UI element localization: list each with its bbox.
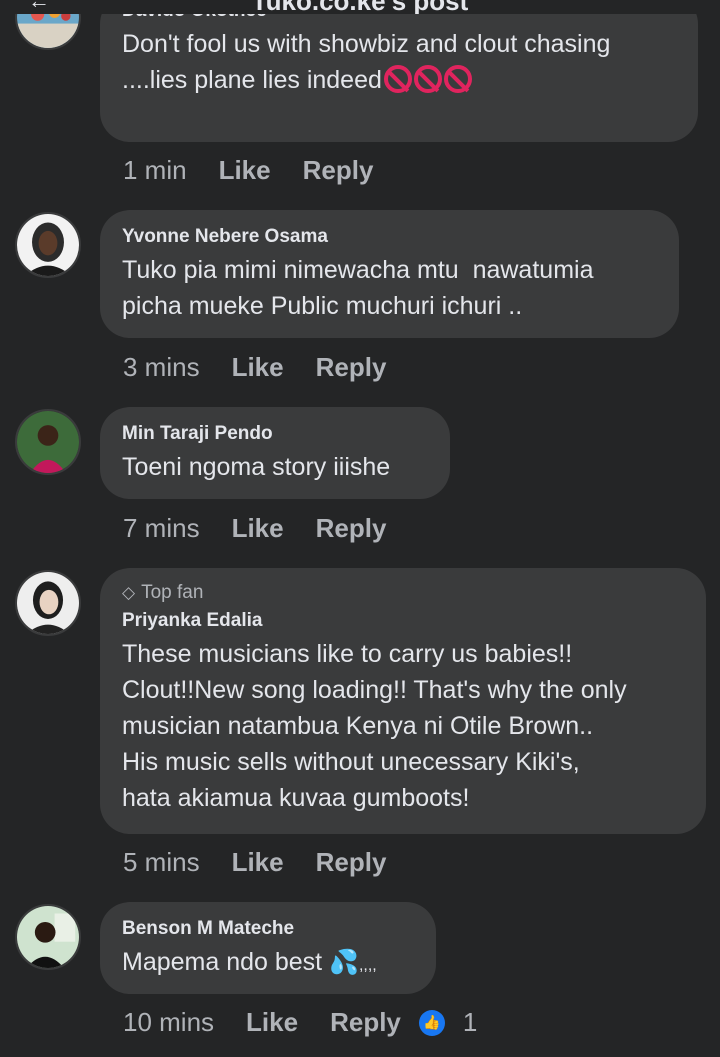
comment-text: These musicians like to carry us babies!… — [122, 640, 627, 812]
avatar[interactable] — [15, 570, 81, 636]
like-reaction-icon: 👍 — [418, 1009, 445, 1036]
commenter-name[interactable]: Yvonne Nebere Osama — [122, 226, 657, 248]
reply-button[interactable]: Reply — [303, 155, 374, 186]
comment-text-body: Mapema ndo best — [122, 948, 323, 976]
comment-time[interactable]: 3 mins — [123, 352, 200, 383]
reply-button[interactable]: Reply — [316, 352, 387, 383]
page-title: Tuko.co.ke's post — [0, 0, 720, 14]
comment-actions: 7 mins Like Reply — [123, 513, 418, 544]
avatar[interactable] — [15, 904, 81, 970]
top-bar: ← Tuko.co.ke's post — [0, 0, 720, 14]
like-button[interactable]: Like — [246, 1007, 298, 1038]
badge-label: Top fan — [141, 582, 204, 603]
comment-time[interactable]: 7 mins — [123, 513, 200, 544]
commenter-name[interactable]: Priyanka Edalia — [122, 610, 684, 632]
comment-actions: 10 mins Like Reply 👍 1 — [123, 1007, 477, 1038]
avatar[interactable] — [15, 409, 81, 475]
no-entry-icon — [413, 65, 442, 93]
comment-time[interactable]: 5 mins — [123, 847, 200, 878]
comment-text-suffix: ,,,, — [358, 957, 377, 974]
reaction-summary[interactable]: 👍 1 — [418, 1007, 478, 1038]
comment-bubble: Yvonne Nebere Osama Tuko pia mimi nimewa… — [100, 210, 679, 338]
like-button[interactable]: Like — [232, 847, 284, 878]
comment-text: Toeni ngoma story iiishe — [122, 453, 391, 481]
no-entry-icon — [443, 65, 472, 93]
comment-bubble: ◇ Top fan Priyanka Edalia These musicians… — [100, 568, 706, 834]
reply-button[interactable]: Reply — [330, 1007, 401, 1038]
like-button[interactable]: Like — [232, 352, 284, 383]
reply-button[interactable]: Reply — [316, 847, 387, 878]
commenter-name[interactable]: Benson M Mateche — [122, 918, 414, 940]
comment-actions: 3 mins Like Reply — [123, 352, 418, 383]
avatar[interactable] — [15, 212, 81, 278]
top-fan-badge: ◇ Top fan — [122, 582, 684, 604]
comment-actions: 1 min Like Reply — [123, 155, 405, 186]
reaction-count: 1 — [462, 1007, 478, 1037]
comment-text-body: Don't fool us with showbiz and clout cha… — [122, 30, 611, 94]
comment-bubble: Min Taraji Pendo Toeni ngoma story iiish… — [100, 407, 450, 499]
comment-text: Tuko pia mimi nimewacha mtu nawatumia pi… — [122, 256, 594, 320]
diamond-icon: ◇ — [122, 583, 136, 602]
like-button[interactable]: Like — [232, 513, 284, 544]
comment-time[interactable]: 1 min — [123, 155, 187, 186]
comment-bubble: Benson M Mateche Mapema ndo best 💦,,,, — [100, 902, 436, 994]
comment-actions: 5 mins Like Reply — [123, 847, 418, 878]
comment-text: Mapema ndo best 💦,,,, — [122, 944, 414, 984]
reply-button[interactable]: Reply — [316, 513, 387, 544]
no-entry-icon — [383, 65, 412, 93]
comment-text: Don't fool us with showbiz and clout cha… — [122, 26, 676, 98]
like-button[interactable]: Like — [219, 155, 271, 186]
sweat-droplets-icon: 💦 — [329, 949, 359, 976]
comment-bubble: Davido Okothee Don't fool us with showbi… — [100, 0, 698, 142]
comment-time[interactable]: 10 mins — [123, 1007, 214, 1038]
commenter-name[interactable]: Min Taraji Pendo — [122, 423, 428, 445]
